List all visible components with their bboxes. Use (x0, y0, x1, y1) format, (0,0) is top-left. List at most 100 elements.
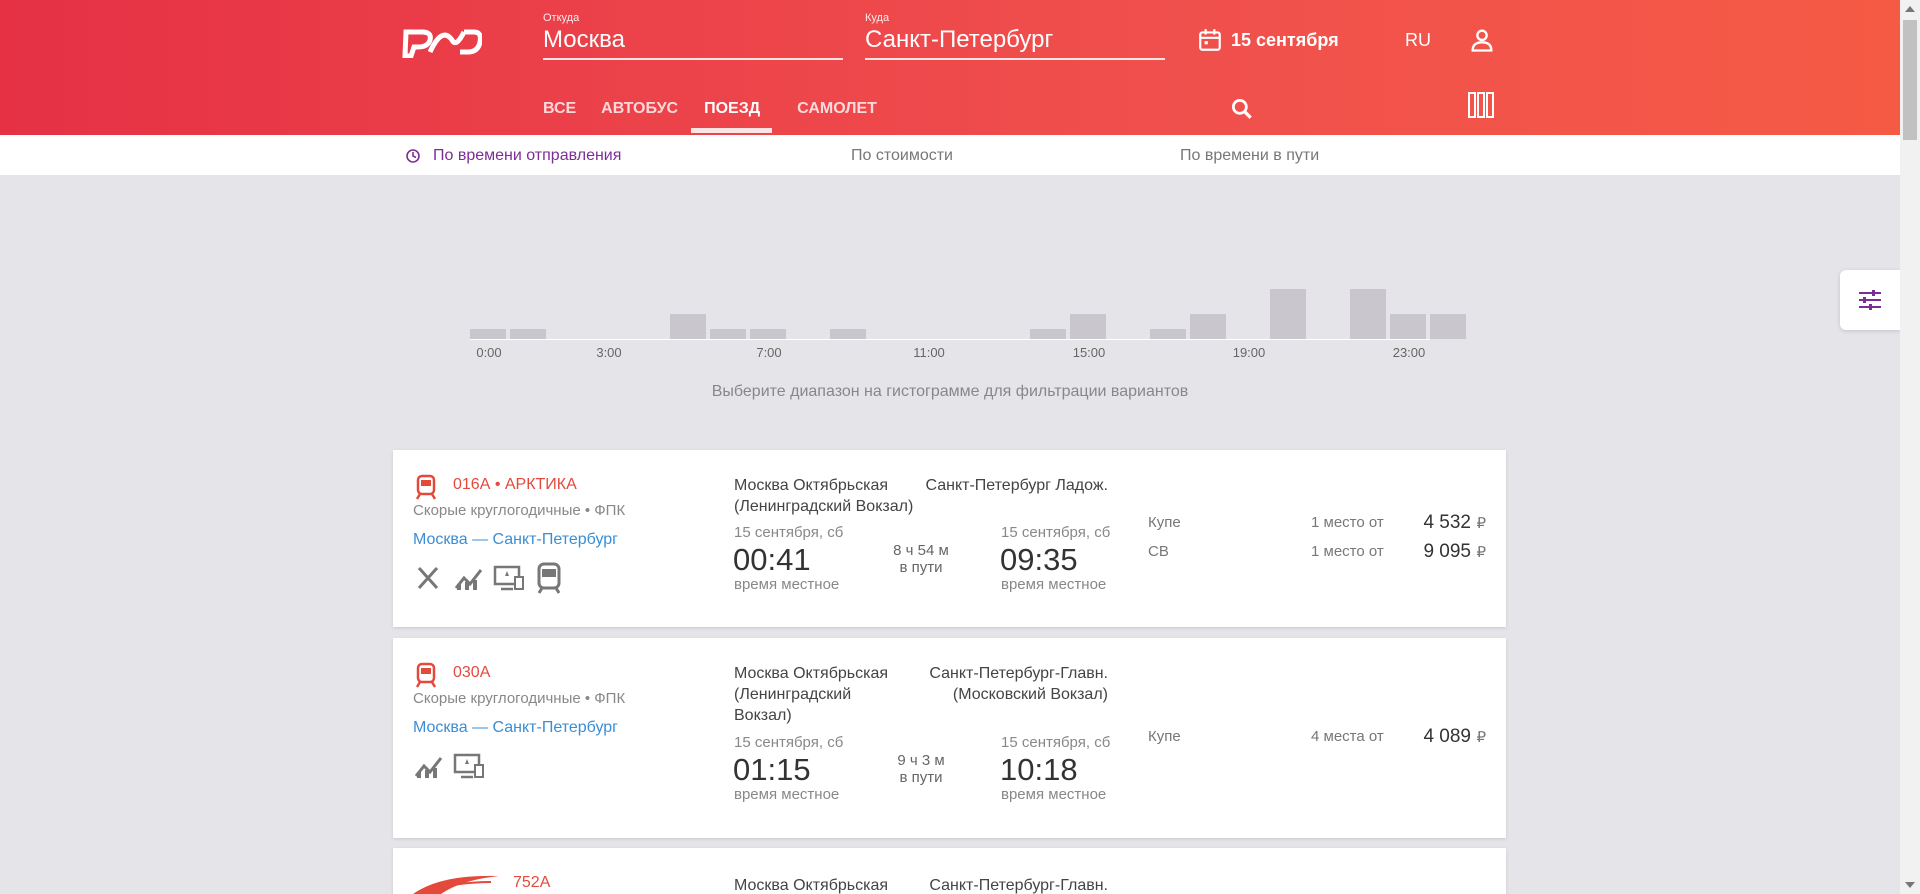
histogram-bar[interactable] (830, 329, 866, 339)
fare-price[interactable]: 4 089 (1423, 726, 1471, 748)
fare-seats: 1 место от (1311, 543, 1384, 560)
train-category: Скорые круглогодичные • ФПК (413, 690, 626, 707)
ruble-icon: ₽ (1476, 544, 1486, 561)
duration-label: в пути (899, 559, 943, 576)
histogram-bar[interactable] (1150, 329, 1186, 339)
departure-local-label: время местное (734, 576, 840, 593)
departure-date: 15 сентября, сб (734, 524, 844, 541)
departure-time: 00:41 (733, 542, 811, 577)
tab-train[interactable]: ПОЕЗД (691, 100, 773, 133)
train-route[interactable]: Москва — Санкт-Петербург (413, 531, 618, 549)
scrollbar-thumb[interactable] (1903, 20, 1917, 140)
histogram-bar[interactable] (710, 329, 746, 339)
rzd-logo[interactable] (402, 22, 482, 58)
histogram-bar[interactable] (1270, 289, 1306, 339)
calendar-icon (1199, 29, 1221, 51)
arrival-date: 15 сентября, сб (1001, 524, 1111, 541)
histogram-bar[interactable] (1350, 289, 1386, 339)
media-icon (453, 753, 484, 779)
arrival-station: Санкт-Петербург-Главн. (Московский Вокза… (929, 665, 1108, 703)
train-number[interactable]: 030А (453, 664, 490, 682)
from-field[interactable]: Откуда Москва (543, 12, 843, 60)
departure-station: Москва Октябрьская (Ленинградский Вокзал… (734, 665, 888, 724)
fare-class[interactable]: Купе (1148, 728, 1181, 745)
tab-bus[interactable]: АВТОБУС (601, 100, 678, 128)
fare-seats: 4 места от (1311, 728, 1384, 745)
histogram-bar[interactable] (470, 329, 506, 339)
fare-class[interactable]: СВ (1148, 543, 1169, 560)
tab-all[interactable]: ВСЕ (543, 100, 576, 128)
fare-seats: 1 место от (1311, 514, 1384, 531)
sort-by-departure-label: По времени отправления (433, 147, 622, 164)
tab-plane[interactable]: САМОЛЕТ (797, 100, 877, 128)
sort-bar: По времени отправления По стоимости По в… (0, 135, 1900, 175)
train-route[interactable]: Москва — Санкт-Петербург (413, 719, 618, 737)
to-field[interactable]: Куда Санкт-Петербург (865, 12, 1165, 60)
histogram-tick-label: 15:00 (1072, 345, 1106, 360)
scrollbar[interactable] (1900, 0, 1920, 894)
scroll-up-arrow[interactable] (1905, 6, 1915, 12)
date-value: 15 сентября (1231, 29, 1339, 50)
user-icon[interactable] (1468, 26, 1496, 54)
histogram-tick-label: 3:00 (596, 345, 622, 360)
scroll-down-arrow[interactable] (1905, 882, 1915, 888)
histogram-bar[interactable] (670, 314, 706, 339)
histogram-tick-label: 7:00 (756, 345, 782, 360)
from-label: Откуда (543, 12, 580, 24)
histogram-bar[interactable] (750, 329, 786, 339)
sort-by-duration[interactable]: По времени в пути (1180, 147, 1319, 165)
duration: 8 ч 54 м в пути (881, 542, 961, 576)
departure-date: 15 сентября, сб (734, 734, 844, 751)
histogram-bar[interactable] (1430, 314, 1466, 339)
sapsan-logo (413, 875, 499, 894)
sort-by-price[interactable]: По стоимости (851, 147, 953, 165)
departure-histogram[interactable] (470, 270, 1466, 340)
amenities (413, 562, 573, 594)
transport-tabs: ВСЕ АВТОБУС ПОЕЗД САМОЛЕТ (543, 100, 902, 133)
arrival-station: Санкт-Петербург Ладож. (925, 477, 1108, 494)
histogram-baseline (470, 339, 1430, 340)
clock-icon (406, 149, 420, 163)
search-icon[interactable] (1229, 96, 1255, 122)
date-picker[interactable]: 15 сентября (1197, 27, 1339, 53)
amenities (413, 750, 493, 782)
fare-price[interactable]: 9 095 (1423, 541, 1471, 563)
train-number[interactable]: 752А (513, 874, 550, 892)
train-icon (415, 662, 437, 688)
to-value[interactable]: Санкт-Петербург (865, 26, 1053, 54)
media-icon (493, 565, 524, 591)
arrival-local-label: время местное (1001, 786, 1107, 803)
train-card[interactable]: 752А Москва Октябрьская Санкт-Петербург-… (393, 848, 1506, 894)
duration-value: 8 ч 54 м (893, 542, 949, 559)
arrival-time: 09:35 (1000, 542, 1078, 577)
histogram-tick-label: 0:00 (476, 345, 502, 360)
sliders-icon (1859, 290, 1881, 310)
chart-icon (454, 569, 483, 590)
chart-icon (414, 757, 443, 778)
arrival-station: Санкт-Петербург-Главн. (929, 877, 1108, 894)
to-label: Куда (865, 12, 890, 24)
restaurant-icon (417, 566, 439, 590)
train-icon (415, 474, 437, 500)
histogram-bar[interactable] (1190, 314, 1226, 339)
fare-price[interactable]: 4 532 (1423, 512, 1471, 534)
histogram-bar[interactable] (510, 329, 546, 339)
fare-class[interactable]: Купе (1148, 514, 1181, 531)
train-card[interactable]: 030А Скорые круглогодичные • ФПК Москва … (393, 638, 1506, 838)
departure-time: 01:15 (733, 752, 811, 787)
columns-view-icon[interactable] (1467, 91, 1495, 119)
histogram-bar[interactable] (1070, 314, 1106, 339)
from-value[interactable]: Москва (543, 26, 625, 54)
filter-button[interactable] (1840, 270, 1900, 330)
histogram-bar[interactable] (1390, 314, 1426, 339)
train-card[interactable]: 016А • АРКТИКА Скорые круглогодичные • Ф… (393, 450, 1506, 627)
sort-by-departure[interactable]: По времени отправления (405, 147, 621, 165)
ruble-icon: ₽ (1476, 729, 1486, 746)
histogram-bar[interactable] (1030, 329, 1066, 339)
histogram-tick-label: 19:00 (1232, 345, 1266, 360)
train-number[interactable]: 016А • АРКТИКА (453, 476, 577, 494)
ruble-icon: ₽ (1476, 515, 1486, 532)
duration: 9 ч 3 м в пути (881, 752, 961, 786)
language-switch[interactable]: RU (1405, 30, 1431, 51)
arrival-date: 15 сентября, сб (1001, 734, 1111, 751)
